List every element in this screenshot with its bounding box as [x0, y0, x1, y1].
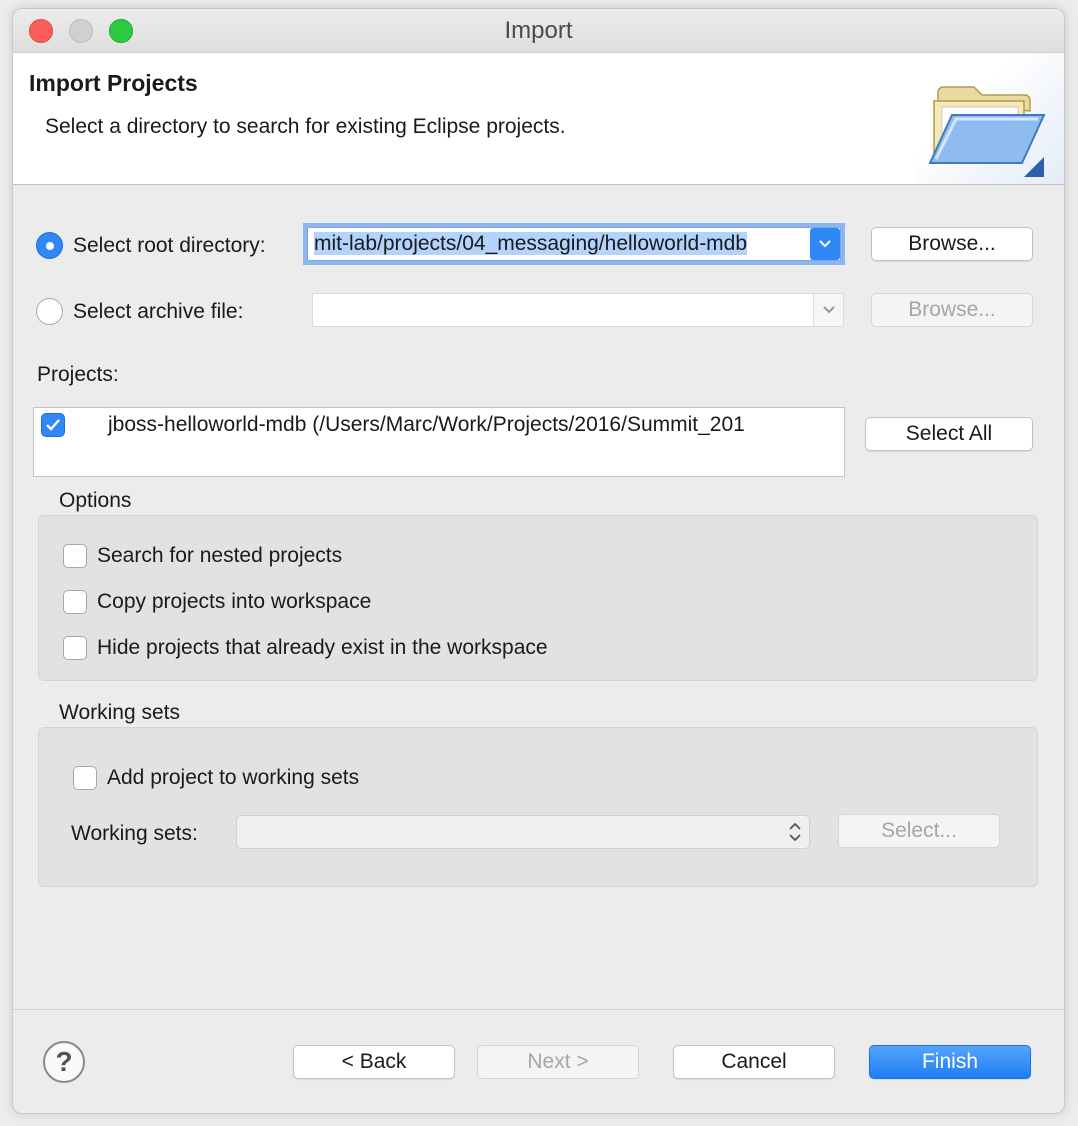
project-label: jboss-helloworld-mdb (/Users/Marc/Work/P… — [108, 413, 745, 436]
options-group: Search for nested projects Copy projects… — [38, 515, 1038, 681]
working-sets-select-button[interactable]: Select... — [838, 814, 1000, 848]
banner-title: Import Projects — [29, 70, 198, 96]
select-archive-file-label: Select archive file: — [73, 300, 244, 323]
projects-list[interactable]: jboss-helloworld-mdb (/Users/Marc/Work/P… — [33, 407, 845, 477]
copy-projects-label: Copy projects into workspace — [97, 590, 372, 613]
back-button[interactable]: < Back — [293, 1045, 455, 1079]
finish-button[interactable]: Finish — [869, 1045, 1031, 1079]
chevron-down-icon — [822, 306, 835, 314]
banner-art — [914, 53, 1064, 184]
projects-label: Projects: — [37, 363, 119, 386]
working-sets-group-title: Working sets — [59, 701, 180, 724]
import-dialog: Import Import Projects Select a director… — [12, 8, 1065, 1114]
checkmark-icon — [46, 419, 60, 431]
project-checkbox[interactable] — [41, 413, 65, 437]
window-title: Import — [504, 17, 573, 44]
cancel-button[interactable]: Cancel — [673, 1045, 835, 1079]
archive-file-dropdown-button[interactable] — [813, 294, 843, 326]
updown-arrows-icon — [789, 822, 801, 842]
copy-projects-checkbox[interactable] — [63, 590, 87, 614]
root-directory-dropdown-button[interactable] — [810, 228, 840, 260]
add-to-working-sets-label: Add project to working sets — [107, 766, 360, 789]
select-root-directory-radio[interactable] — [36, 232, 63, 259]
chevron-down-icon — [819, 240, 831, 248]
root-directory-value: mit-lab/projects/04_messaging/helloworld… — [314, 232, 748, 255]
add-to-working-sets-checkbox[interactable] — [73, 766, 97, 790]
root-directory-combo[interactable]: mit-lab/projects/04_messaging/helloworld… — [307, 227, 841, 261]
hide-existing-projects-label: Hide projects that already exist in the … — [97, 636, 548, 659]
working-sets-field-label: Working sets: — [71, 822, 198, 845]
working-sets-popup[interactable] — [236, 815, 810, 849]
project-list-item[interactable]: jboss-helloworld-mdb (/Users/Marc/Work/P… — [34, 408, 844, 444]
options-group-title: Options — [59, 489, 132, 512]
footer-divider — [13, 1009, 1064, 1010]
hide-existing-projects-checkbox[interactable] — [63, 636, 87, 660]
working-sets-group: Add project to working sets Working sets… — [38, 727, 1038, 887]
root-browse-button[interactable]: Browse... — [871, 227, 1033, 261]
archive-browse-button[interactable]: Browse... — [871, 293, 1033, 327]
search-nested-projects-checkbox[interactable] — [63, 544, 87, 568]
folder-open-icon — [928, 86, 1046, 177]
select-all-button[interactable]: Select All — [865, 417, 1033, 451]
archive-file-combo[interactable] — [312, 293, 844, 327]
select-root-directory-label: Select root directory: — [73, 234, 266, 257]
question-mark-icon[interactable]: ? — [43, 1041, 85, 1083]
select-archive-file-radio[interactable] — [36, 298, 63, 325]
search-nested-projects-label: Search for nested projects — [97, 544, 343, 567]
wizard-banner: Import Projects Select a directory to se… — [13, 53, 1064, 185]
banner-description: Select a directory to search for existin… — [45, 115, 566, 138]
title-bar[interactable]: Import — [13, 9, 1064, 53]
next-button[interactable]: Next > — [477, 1045, 639, 1079]
